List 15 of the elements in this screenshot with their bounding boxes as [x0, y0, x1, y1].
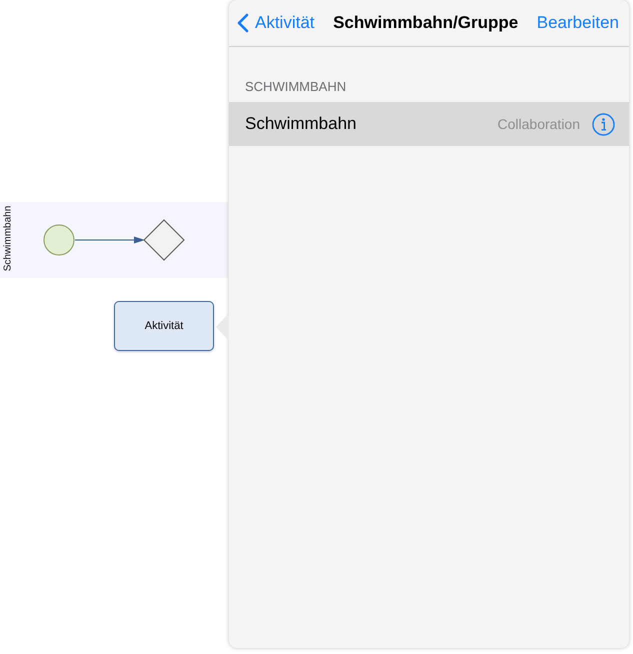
start-event[interactable]	[44, 224, 74, 256]
row-title: Schwimmbahn	[245, 114, 358, 134]
nav-title: Schwimmbahn/Gruppe	[333, 13, 518, 33]
chevron-left-icon	[237, 13, 249, 33]
edit-button[interactable]: Bearbeiten	[536, 13, 619, 33]
section-header: SCHWIMMBAHN	[244, 79, 348, 95]
row-detail: Collaboration	[498, 116, 580, 132]
gateway[interactable]	[143, 219, 185, 261]
activity-task[interactable]: Aktivität	[114, 301, 214, 351]
swimlane[interactable]	[0, 202, 228, 278]
lane-label: Schwimmbahn	[2, 206, 14, 272]
flow-arrow[interactable]	[74, 236, 145, 244]
list-row[interactable]: Schwimmbahn Collaboration	[229, 102, 629, 146]
info-icon[interactable]	[592, 112, 615, 136]
back-button[interactable]: Aktivität	[237, 13, 315, 33]
